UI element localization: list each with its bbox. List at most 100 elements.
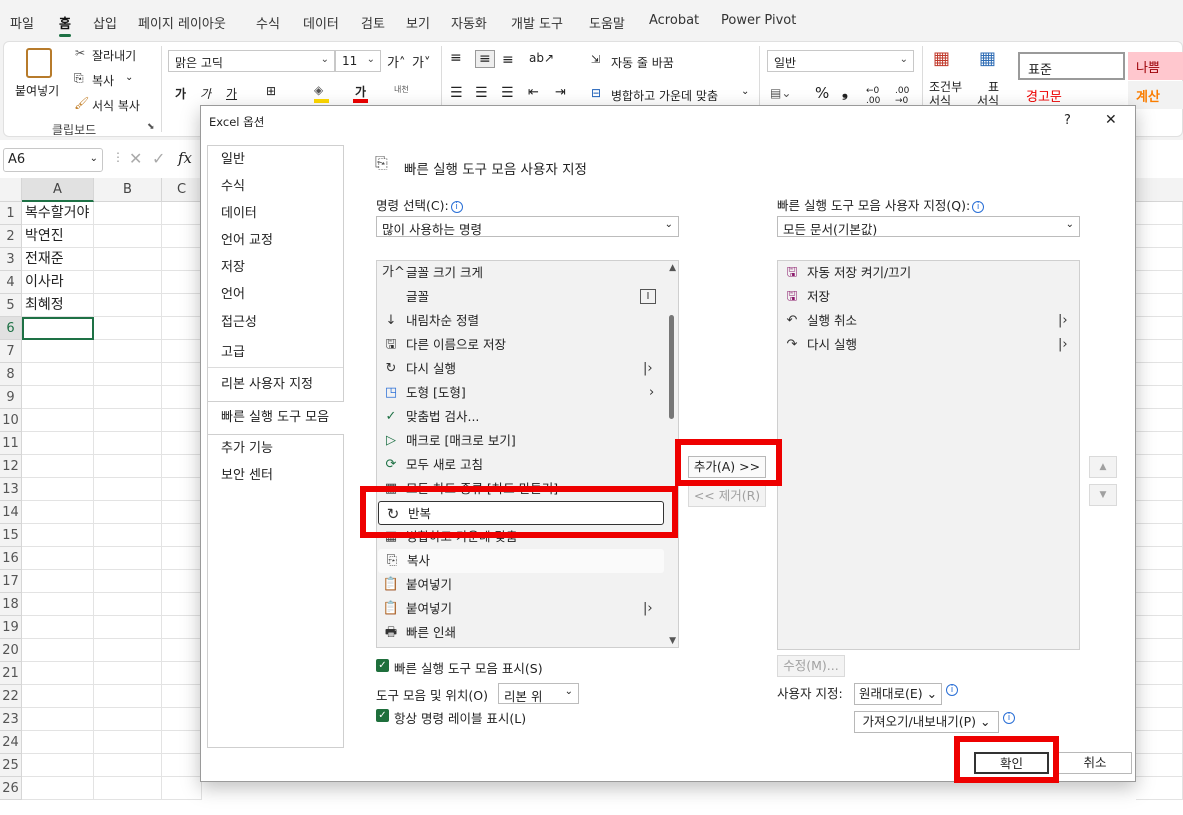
grid-cell[interactable] <box>94 363 162 386</box>
copy-dropdown-icon[interactable]: ⌄ <box>125 72 133 83</box>
grid-cell[interactable] <box>1136 340 1183 363</box>
grid-cell[interactable] <box>1136 754 1183 777</box>
menu-data[interactable]: 데이터 <box>303 13 339 32</box>
grid-cell[interactable] <box>22 478 94 501</box>
increase-decimal-icon[interactable]: ←0.00 <box>866 86 880 106</box>
grid-cell[interactable] <box>22 501 94 524</box>
row-header[interactable]: 22 <box>0 685 22 708</box>
grid-cell[interactable] <box>162 386 202 409</box>
format-table-icon[interactable]: ▦ <box>979 48 996 69</box>
grid-cell[interactable] <box>1136 363 1183 386</box>
grid-cell[interactable] <box>1136 478 1183 501</box>
list-item[interactable]: 가^ 글꼴 크기 크게 <box>377 261 667 285</box>
list-item[interactable]: 🖫 저장 <box>778 285 1078 309</box>
row-header[interactable]: 17 <box>0 570 22 593</box>
grid-cell[interactable] <box>1136 731 1183 754</box>
chevron-down-icon[interactable]: ⌄ <box>741 86 749 97</box>
grid-cell[interactable] <box>1136 593 1183 616</box>
grid-cell[interactable] <box>94 432 162 455</box>
grid-cell[interactable] <box>162 363 202 386</box>
row-header[interactable]: 25 <box>0 754 22 777</box>
enter-icon[interactable]: ✓ <box>152 149 165 168</box>
menu-review[interactable]: 검토 <box>361 13 385 32</box>
import-export-button[interactable]: 가져오기/내보내기(P) ⌄ <box>854 711 999 733</box>
grid-cell[interactable] <box>94 317 162 340</box>
commands-list[interactable]: 가^ 글꼴 크기 크게 글꼴 I ↓ 내림차순 정렬 🖫 다른 이름으로 저장 ↻ 다시 … <box>376 260 679 648</box>
grid-cell[interactable] <box>94 225 162 248</box>
close-button[interactable]: ✕ <box>1105 112 1117 128</box>
grid-cell[interactable] <box>162 317 202 340</box>
grid-cell[interactable] <box>162 616 202 639</box>
name-box[interactable]: A6 ⌄ <box>3 148 103 172</box>
column-header[interactable]: C <box>162 178 202 202</box>
grid-cell[interactable] <box>22 524 94 547</box>
menu-file[interactable]: 파일 <box>10 13 34 32</box>
grid-cell[interactable] <box>22 662 94 685</box>
grid-cell[interactable] <box>22 455 94 478</box>
list-item[interactable]: ↓ 내림차순 정렬 <box>377 309 667 333</box>
orientation-icon[interactable]: ab↗ <box>529 51 554 65</box>
choose-commands-dropdown[interactable]: 많이 사용하는 명령 ⌄ <box>376 216 679 237</box>
grid-cell[interactable] <box>1136 455 1183 478</box>
cut-button[interactable]: 잘라내기 <box>92 47 136 64</box>
nav-add-ins[interactable]: 추가 기능 <box>208 436 343 464</box>
move-down-button[interactable]: ▼ <box>1089 484 1117 506</box>
nav-formulas[interactable]: 수식 <box>208 174 343 202</box>
grid-cell[interactable] <box>162 685 202 708</box>
menu-formulas[interactable]: 수식 <box>256 13 280 32</box>
align-right-icon[interactable]: ☰ <box>501 85 514 101</box>
font-name-combo[interactable]: 맑은 고딕 ⌄ <box>168 50 335 72</box>
menu-page-layout[interactable]: 페이지 레이아웃 <box>138 13 226 32</box>
row-header[interactable]: 12 <box>0 455 22 478</box>
row-header[interactable]: 7 <box>0 340 22 363</box>
nav-proofing[interactable]: 언어 교정 <box>208 228 343 256</box>
grid-cell[interactable] <box>162 777 202 800</box>
grid-cell[interactable] <box>1136 386 1183 409</box>
grid-cell[interactable] <box>94 202 162 225</box>
paste-icon[interactable] <box>26 48 52 78</box>
row-header[interactable]: 9 <box>0 386 22 409</box>
scroll-down-icon[interactable]: ▼ <box>669 636 676 646</box>
grid-cell[interactable] <box>94 593 162 616</box>
row-header[interactable]: 23 <box>0 708 22 731</box>
list-item[interactable]: ↶ 실행 취소 |› <box>778 309 1078 333</box>
row-header[interactable]: 13 <box>0 478 22 501</box>
grid-cell[interactable] <box>22 639 94 662</box>
grid-cell[interactable] <box>22 570 94 593</box>
list-item[interactable]: ◳ 도형 [도형] › <box>377 381 667 405</box>
wrap-text-button[interactable]: 자동 줄 바꿈 <box>611 54 674 71</box>
grid-cell[interactable] <box>1136 271 1183 294</box>
grid-cell[interactable] <box>162 202 202 225</box>
always-labels-checkbox[interactable]: ✓ <box>376 709 389 722</box>
grid-cell[interactable] <box>94 570 162 593</box>
row-header[interactable]: 3 <box>0 248 22 271</box>
row-header[interactable]: 24 <box>0 731 22 754</box>
increase-indent-icon[interactable]: ⇥ <box>555 85 566 100</box>
menu-insert[interactable]: 삽입 <box>93 13 117 32</box>
fill-color-icon[interactable]: ◈ <box>314 83 323 97</box>
grid-cell[interactable] <box>162 524 202 547</box>
align-center-icon[interactable]: ☰ <box>475 85 488 101</box>
grid-cell[interactable] <box>94 455 162 478</box>
list-item[interactable]: 🖫 자동 저장 켜기/끄기 <box>778 261 1078 285</box>
cancel-icon[interactable]: ✕ <box>129 149 142 168</box>
grid-cell[interactable] <box>22 616 94 639</box>
row-header[interactable]: 10 <box>0 409 22 432</box>
grid-cell[interactable] <box>22 340 94 363</box>
list-item[interactable]: ↻ 다시 실행 |› <box>377 357 667 381</box>
list-item[interactable]: ⎘ 복사 <box>378 549 664 573</box>
grid-cell[interactable] <box>162 271 202 294</box>
grid-cell[interactable] <box>94 708 162 731</box>
row-header[interactable]: 26 <box>0 777 22 800</box>
font-size-combo[interactable]: 11 ⌄ <box>335 50 381 72</box>
column-header[interactable] <box>1136 178 1183 202</box>
merge-center-icon[interactable]: ⊟ <box>591 86 601 100</box>
grid-cell[interactable] <box>22 363 94 386</box>
active-cell[interactable] <box>22 317 94 340</box>
decrease-decimal-icon[interactable]: .00 →0 <box>895 86 909 106</box>
grid-cell[interactable] <box>94 616 162 639</box>
grid-cell[interactable] <box>1136 708 1183 731</box>
row-header[interactable]: 5 <box>0 294 22 317</box>
list-item[interactable]: ⟳ 모두 새로 고침 <box>377 453 667 477</box>
grid-cell[interactable] <box>94 524 162 547</box>
